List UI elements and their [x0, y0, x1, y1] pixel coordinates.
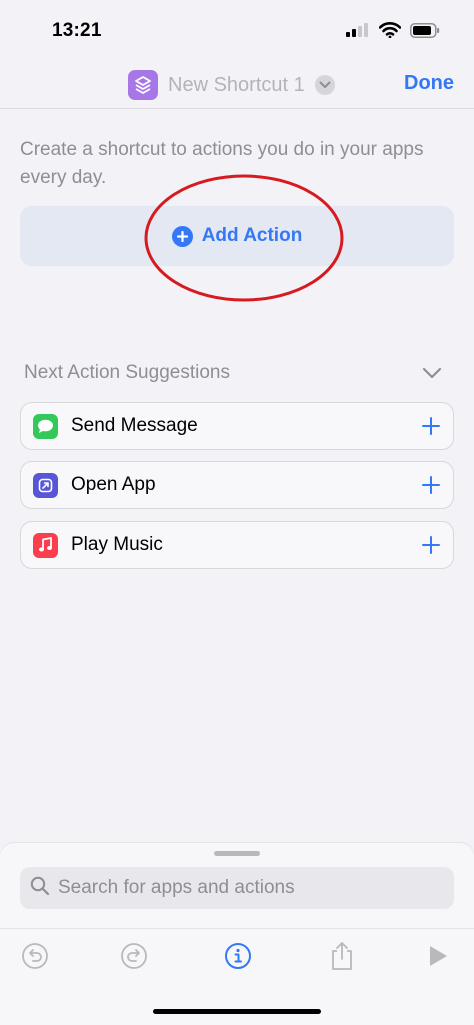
shortcut-title: New Shortcut 1: [168, 73, 305, 96]
suggestions-header[interactable]: Next Action Suggestions: [24, 362, 448, 388]
chevron-down-icon[interactable]: [314, 75, 335, 95]
add-action-button[interactable]: Add Action: [20, 206, 454, 266]
suggestion-label: Open App: [71, 474, 156, 495]
done-button[interactable]: Done: [404, 72, 454, 95]
sheet-grabber[interactable]: [214, 851, 260, 856]
music-icon: [33, 532, 58, 558]
suggestion-label: Play Music: [71, 534, 163, 555]
intro-text: Create a shortcut to actions you do in y…: [20, 139, 424, 188]
nav-bar: New Shortcut 1 Done: [0, 60, 474, 108]
toolbar-divider: [0, 928, 474, 929]
suggestion-label: Send Message: [71, 415, 198, 436]
cellular-signal-icon: [346, 23, 370, 42]
wifi-icon: [378, 22, 402, 43]
shortcuts-app-icon: [128, 70, 158, 100]
add-icon[interactable]: [421, 416, 441, 441]
suggestion-open-app[interactable]: Open App: [20, 461, 454, 509]
bottom-sheet: [0, 843, 474, 1025]
messages-icon: [33, 413, 58, 439]
share-icon[interactable]: [327, 941, 357, 971]
status-time: 13:21: [52, 20, 102, 41]
home-indicator: [153, 1009, 321, 1014]
redo-icon[interactable]: [119, 941, 149, 971]
undo-icon[interactable]: [20, 941, 50, 971]
info-icon[interactable]: [223, 941, 253, 971]
search-input[interactable]: [56, 876, 440, 900]
play-icon[interactable]: [423, 941, 453, 971]
suggestion-play-music[interactable]: Play Music: [20, 521, 454, 569]
suggestion-send-message[interactable]: Send Message: [20, 402, 454, 450]
add-icon[interactable]: [421, 475, 441, 500]
open-app-icon: [33, 472, 58, 498]
status-icons: [346, 22, 440, 43]
search-icon: [30, 876, 50, 901]
add-icon[interactable]: [421, 535, 441, 560]
shortcut-title-menu[interactable]: New Shortcut 1: [128, 70, 335, 100]
suggestions-title: Next Action Suggestions: [24, 362, 230, 383]
chevron-down-icon[interactable]: [422, 366, 442, 384]
plus-circle-icon: [171, 225, 193, 247]
battery-icon: [410, 22, 440, 43]
nav-divider: [0, 108, 474, 109]
add-action-label: Add Action: [201, 225, 303, 246]
status-bar: 13:21: [0, 0, 474, 60]
search-bar[interactable]: [20, 867, 454, 909]
